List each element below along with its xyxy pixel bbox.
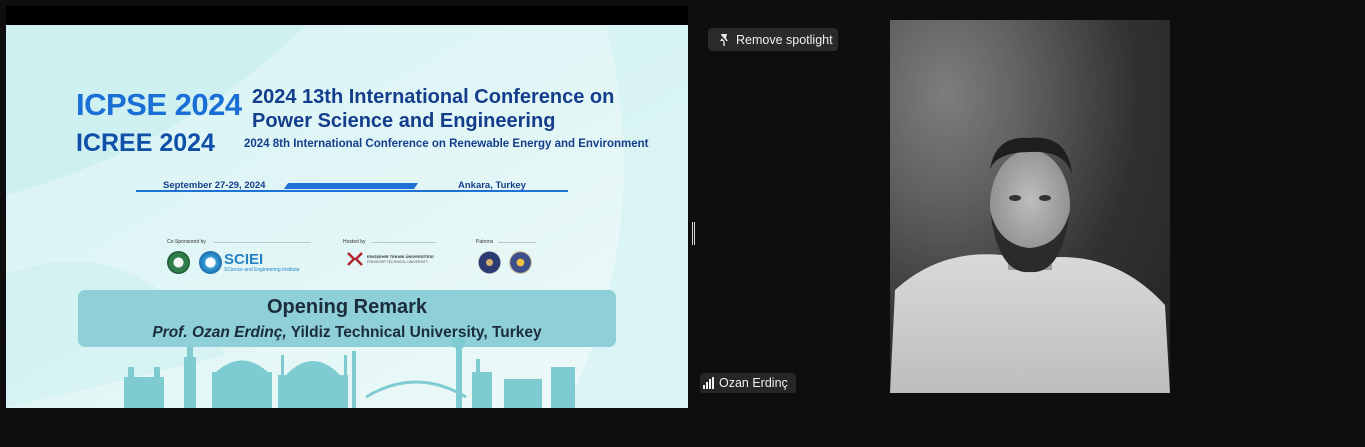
conference-title: 2024 13th International Conference on Po… xyxy=(252,86,615,132)
sciei-seal-logo xyxy=(199,251,222,274)
patron-seal-logo-2 xyxy=(509,251,532,274)
sciei-full-name: SCience and Engineering Institute xyxy=(224,267,300,273)
panel-resize-handle[interactable] xyxy=(692,222,695,245)
shared-screen-header xyxy=(6,6,688,25)
date-location-banner: September 27-29, 2024 Ankara, Turkey xyxy=(136,180,568,196)
icree-logo: ICREE 2024 xyxy=(76,129,215,157)
icpse-logo: ICPSE 2024 xyxy=(76,87,242,122)
sponsor-seal-logo xyxy=(167,251,190,274)
remove-spotlight-button[interactable]: Remove spotlight xyxy=(708,28,838,51)
participant-video-frame xyxy=(890,20,1170,393)
city-skyline-illustration xyxy=(124,337,575,408)
conference-location: Ankara, Turkey xyxy=(458,180,526,191)
shared-screen-slide: ICPSE 2024 ICREE 2024 2024 13th Internat… xyxy=(6,25,688,408)
participant-name-tag: Ozan Erdinç xyxy=(700,373,796,393)
patron-seal-logo-1 xyxy=(478,251,501,274)
pin-icon xyxy=(718,32,730,46)
host-university-logo: ESKİŞEHİR TEKNİK ÜNİVERSİTESİ ESKISEHIR … xyxy=(345,251,438,267)
participant-video xyxy=(890,20,1170,393)
participant-name: Ozan Erdinç xyxy=(719,376,788,390)
conference-date: September 27-29, 2024 xyxy=(163,180,266,191)
remark-title: Opening Remark xyxy=(266,296,428,318)
remove-spotlight-label: Remove spotlight xyxy=(736,32,833,47)
hosted-label: Hosted by xyxy=(343,239,366,245)
conference-subtitle: 2024 8th International Conference on Ren… xyxy=(244,138,649,150)
patrons-label: Patrons xyxy=(476,239,494,245)
cosponsored-label: Co-Sponsored by xyxy=(167,239,206,245)
signal-strength-icon xyxy=(703,377,714,389)
sciei-logo-text: SCIEI xyxy=(224,251,264,268)
